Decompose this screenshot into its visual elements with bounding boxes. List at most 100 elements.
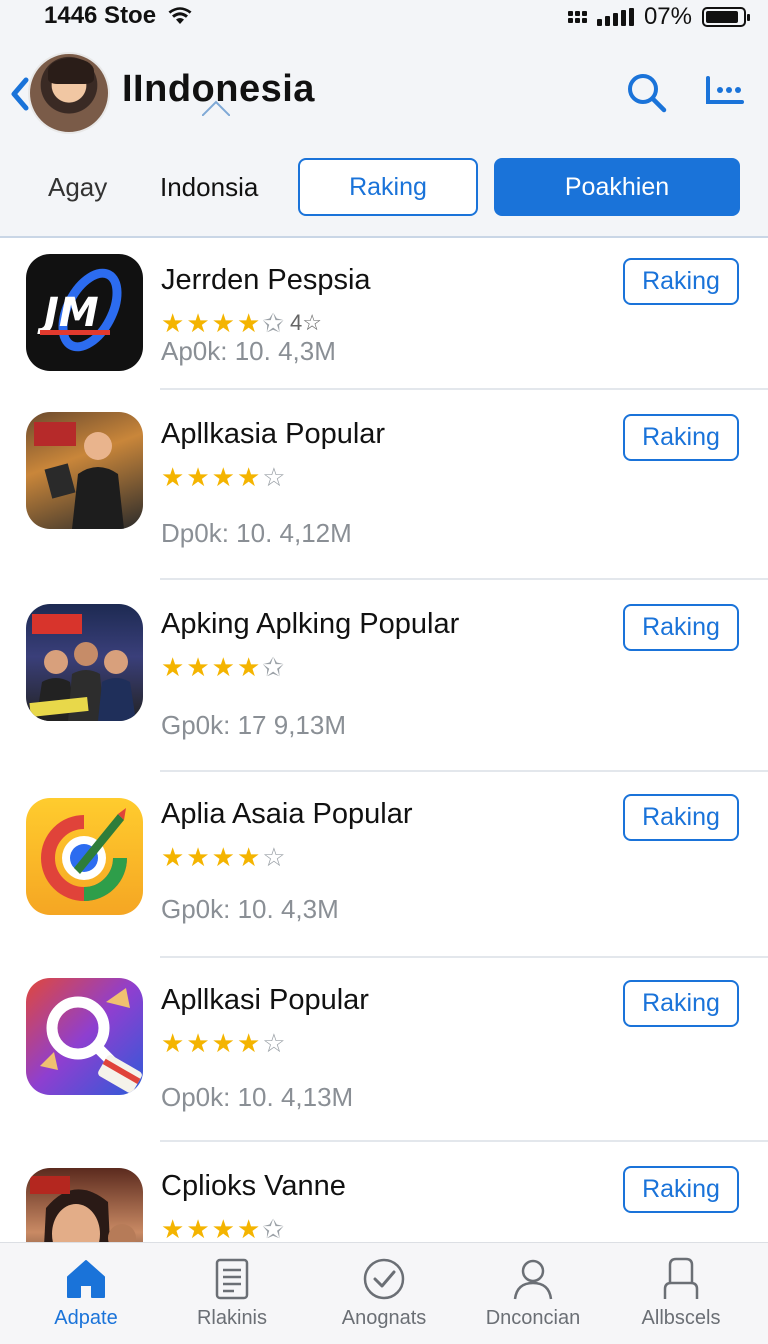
raking-button[interactable]: Raking: [623, 604, 739, 651]
active-tab-indicator: [202, 100, 230, 116]
nav-label: Dnconcian: [485, 1307, 581, 1329]
star-filled-icon: ★: [161, 1214, 185, 1242]
app-name: Apllkasi Popular: [161, 984, 369, 1016]
list-item[interactable]: Aplia Asaia Popular ★ ★ ★ ★ ☆ Gp0k: 10. 4,3M…: [0, 772, 768, 958]
status-bar: 1446 Stoe 07%: [0, 0, 768, 34]
app-name: Cplioks Vanne: [161, 1170, 346, 1202]
star-rating: ★ ★ ★ ★ ☆: [161, 464, 286, 490]
nav-item-dnconcian[interactable]: Dnconcian: [458, 1243, 608, 1344]
star-filled-icon: ★: [211, 652, 235, 682]
star-rating: ★ ★ ★ ★ ✩: [161, 654, 284, 680]
rating-extra: 4☆: [290, 310, 323, 335]
tab-poakhien[interactable]: Poakhien: [494, 158, 740, 216]
app-name: Apllkasia Popular: [161, 418, 386, 450]
nav-item-adpate[interactable]: Adpate: [11, 1243, 161, 1344]
star-filled-icon: ★: [161, 842, 185, 872]
movie-poster-icon: [26, 412, 143, 529]
app-meta: Gp0k: 17 9,13M: [161, 710, 346, 740]
list-item[interactable]: Apking Aplking Popular ★ ★ ★ ★ ✩ Gp0k: 17 9,…: [0, 580, 768, 772]
portrait-icon: [26, 1168, 143, 1242]
star-filled-icon: ★: [211, 1028, 235, 1058]
star-filled-icon: ★: [186, 1214, 210, 1242]
grid-dots-icon: [567, 11, 587, 23]
battery-percent: 07%: [643, 3, 692, 30]
nav-item-anognats[interactable]: Anognats: [309, 1243, 459, 1344]
group-poster-icon: [26, 604, 143, 721]
tab-indonsia[interactable]: Indonsia: [160, 172, 258, 203]
star-filled-icon: ★: [161, 1028, 185, 1058]
raking-button[interactable]: Raking: [623, 980, 739, 1027]
status-time-carrier: 1446 Stoe: [44, 2, 157, 29]
raking-button[interactable]: Raking: [623, 414, 739, 461]
star-rating: ★ ★ ★ ★ ✩ 4☆: [161, 310, 322, 336]
check-circle-icon: [363, 1258, 405, 1300]
list-item[interactable]: Apllkasi Popular ★ ★ ★ ★ ☆ Op0k: 10. 4,13M R…: [0, 958, 768, 1142]
star-rating: ★ ★ ★ ★ ☆: [161, 1030, 286, 1056]
star-empty-icon: ☆: [262, 462, 286, 492]
star-filled-icon: ★: [236, 842, 261, 872]
status-left: 1446 Stoe: [44, 2, 192, 30]
star-filled-icon: ★: [211, 308, 235, 338]
star-filled-icon: ★: [236, 1214, 261, 1242]
star-filled-icon: ★: [236, 652, 261, 682]
home-icon: [67, 1260, 105, 1298]
document-icon: [215, 1258, 249, 1300]
nav-label: Anognats: [341, 1307, 427, 1329]
tab-agay[interactable]: Agay: [48, 172, 107, 203]
star-half-icon: ✩: [262, 308, 285, 338]
app-meta: Ap0k: 10. 4,3M: [161, 336, 336, 366]
magnifier-icon: [26, 978, 143, 1095]
avatar[interactable]: [28, 52, 110, 134]
star-half-icon: ✩: [262, 652, 285, 682]
star-filled-icon: ★: [211, 1214, 235, 1242]
star-rating: ★ ★ ★ ★ ✩: [161, 1216, 284, 1242]
app-name: Aplia Asaia Popular: [161, 798, 413, 830]
list-item[interactable]: JM Jerrden Pespsia ★ ★ ★ ★ ✩ 4☆ Ap0k: 10. 4,3…: [0, 238, 768, 390]
nav-item-allbscels[interactable]: Allbscels: [606, 1243, 756, 1344]
nav-label: Allbscels: [641, 1307, 721, 1329]
wifi-icon: [168, 7, 192, 24]
bottom-nav: Adpate Rlakinis Anognats Dnconcian Allbs…: [0, 1242, 768, 1344]
list-item[interactable]: Apllkasia Popular ★ ★ ★ ★ ☆ Dp0k: 10. 4,12M …: [0, 390, 768, 580]
list-item[interactable]: Cplioks Vanne ★ ★ ★ ★ ✩ Raking: [0, 1142, 768, 1242]
svg-text:JM: JM: [37, 290, 99, 336]
tab-raking[interactable]: Raking: [298, 158, 478, 216]
nav-label: Rlakinis: [196, 1307, 268, 1329]
star-filled-icon: ★: [211, 842, 235, 872]
star-filled-icon: ★: [161, 462, 185, 492]
search-icon[interactable]: [622, 68, 670, 116]
star-filled-icon: ★: [186, 842, 210, 872]
star-half-icon: ✩: [262, 1214, 285, 1242]
compass-icon: [26, 798, 143, 915]
battery-level: [706, 11, 739, 23]
signal-bars-icon: [596, 8, 634, 26]
app-meta: Dp0k: 10. 4,12M: [161, 518, 352, 548]
app-meta: Gp0k: 10. 4,3M: [161, 894, 339, 924]
star-filled-icon: ★: [186, 1028, 210, 1058]
star-rating: ★ ★ ★ ★ ☆: [161, 844, 286, 870]
star-filled-icon: ★: [161, 308, 185, 338]
raking-button[interactable]: Raking: [623, 258, 739, 305]
jm-logo-icon: JM: [26, 254, 143, 371]
nav-item-rlakinis[interactable]: Rlakinis: [157, 1243, 307, 1344]
raking-button[interactable]: Raking: [623, 794, 739, 841]
status-right: 07%: [567, 3, 750, 31]
app-header: IIndonesia Agay Indonsia Raking Poakhien: [0, 34, 768, 238]
app-name: Apking Aplking Popular: [161, 608, 460, 640]
star-filled-icon: ★: [236, 462, 261, 492]
star-filled-icon: ★: [236, 308, 261, 338]
app-list: JM Jerrden Pespsia ★ ★ ★ ★ ✩ 4☆ Ap0k: 10. 4,3…: [0, 238, 768, 1242]
star-filled-icon: ★: [186, 652, 210, 682]
star-filled-icon: ★: [186, 462, 210, 492]
person-icon: [513, 1259, 553, 1300]
star-empty-icon: ☆: [262, 1028, 286, 1058]
raking-button[interactable]: Raking: [623, 1166, 739, 1213]
app-meta: Op0k: 10. 4,13M: [161, 1082, 354, 1112]
tab-bar: Agay Indonsia Raking Poakhien: [0, 158, 768, 218]
star-filled-icon: ★: [211, 462, 235, 492]
star-empty-icon: ☆: [262, 842, 286, 872]
profile-icon: [663, 1257, 699, 1299]
star-filled-icon: ★: [236, 1028, 261, 1058]
more-menu-icon[interactable]: [700, 68, 748, 116]
star-filled-icon: ★: [161, 652, 185, 682]
